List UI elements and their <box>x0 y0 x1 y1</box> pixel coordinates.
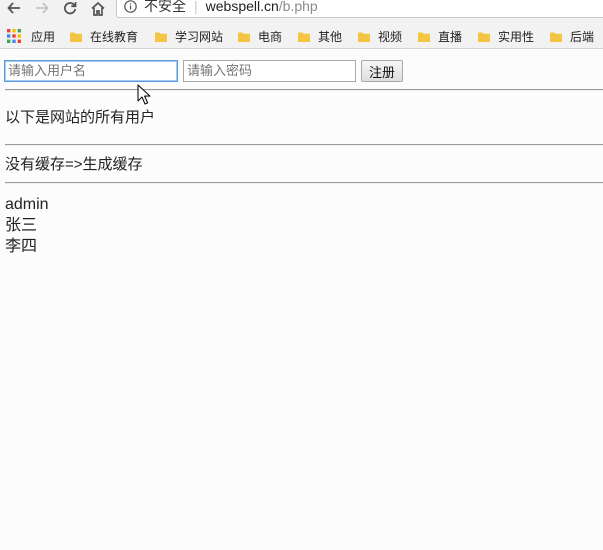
browser-toolbar: 不安全 | webspell.cn/b.php <box>0 0 603 22</box>
user-item: 李四 <box>5 238 38 255</box>
mouse-cursor-icon <box>137 84 151 105</box>
bookmark-other[interactable]: 其他 <box>298 27 342 45</box>
password-input[interactable]: 请输入密码 <box>183 60 356 82</box>
bookmark-apps[interactable]: 应用 <box>7 27 55 45</box>
username-input[interactable]: 请输入用户名 <box>4 60 178 82</box>
address-bar[interactable]: 不安全 | webspell.cn/b.php <box>116 0 603 18</box>
folder-icon <box>70 32 82 42</box>
reload-button[interactable] <box>59 0 81 16</box>
folder-icon <box>238 32 250 42</box>
folder-icon <box>155 32 167 42</box>
bookmarks-bar: 应用 在线教育 学习网站 电商 其他 视频 直播 实用性 后端 <box>0 22 603 49</box>
users-heading: 以下是网站的所有用户 <box>5 109 156 126</box>
back-button[interactable] <box>3 0 25 16</box>
bookmark-online-education[interactable]: 在线教育 <box>70 27 138 45</box>
bookmark-label: 视频 <box>378 29 403 44</box>
register-button[interactable]: 注册 <box>361 60 403 82</box>
bookmark-label: 实用性 <box>498 29 535 44</box>
page-content: 请输入用户名 请输入密码 注册 以下是网站的所有用户 没有缓存=>生成缓存 ad… <box>0 50 603 550</box>
info-icon[interactable] <box>124 0 137 13</box>
folder-icon <box>550 32 562 42</box>
bookmark-utility[interactable]: 实用性 <box>478 27 534 45</box>
user-item: admin <box>5 196 49 213</box>
bookmark-label: 应用 <box>31 29 56 44</box>
address-separator: | <box>194 0 198 14</box>
bookmark-study-sites[interactable]: 学习网站 <box>155 27 223 45</box>
apps-grid-icon <box>7 29 21 43</box>
bookmark-label: 直播 <box>438 29 463 44</box>
bookmark-label: 学习网站 <box>175 29 224 44</box>
not-secure-label: 不安全 <box>144 0 186 14</box>
forward-button[interactable] <box>31 0 53 16</box>
url-path: /b.php <box>278 0 318 14</box>
divider <box>5 89 603 91</box>
bookmark-live[interactable]: 直播 <box>418 27 462 45</box>
bookmark-ecommerce[interactable]: 电商 <box>238 27 282 45</box>
bookmark-label: 后端 <box>570 29 595 44</box>
reload-icon <box>64 2 77 15</box>
folder-icon <box>478 32 490 42</box>
bookmark-label: 在线教育 <box>90 29 139 44</box>
url-domain: webspell.cn <box>205 0 279 14</box>
home-icon <box>91 1 105 16</box>
forward-arrow-icon <box>36 2 49 14</box>
bookmark-label: 其他 <box>318 29 343 44</box>
cache-status: 没有缓存=>生成缓存 <box>5 156 143 173</box>
bookmark-backend[interactable]: 后端 <box>550 27 594 45</box>
home-button[interactable] <box>87 0 109 16</box>
bookmark-video[interactable]: 视频 <box>358 27 402 45</box>
folder-icon <box>298 32 310 42</box>
user-item: 张三 <box>5 217 38 234</box>
bookmark-label: 电商 <box>258 29 283 44</box>
divider <box>5 182 603 184</box>
back-arrow-icon <box>7 2 20 14</box>
folder-icon <box>358 32 370 42</box>
divider <box>5 144 603 146</box>
folder-icon <box>418 32 430 42</box>
